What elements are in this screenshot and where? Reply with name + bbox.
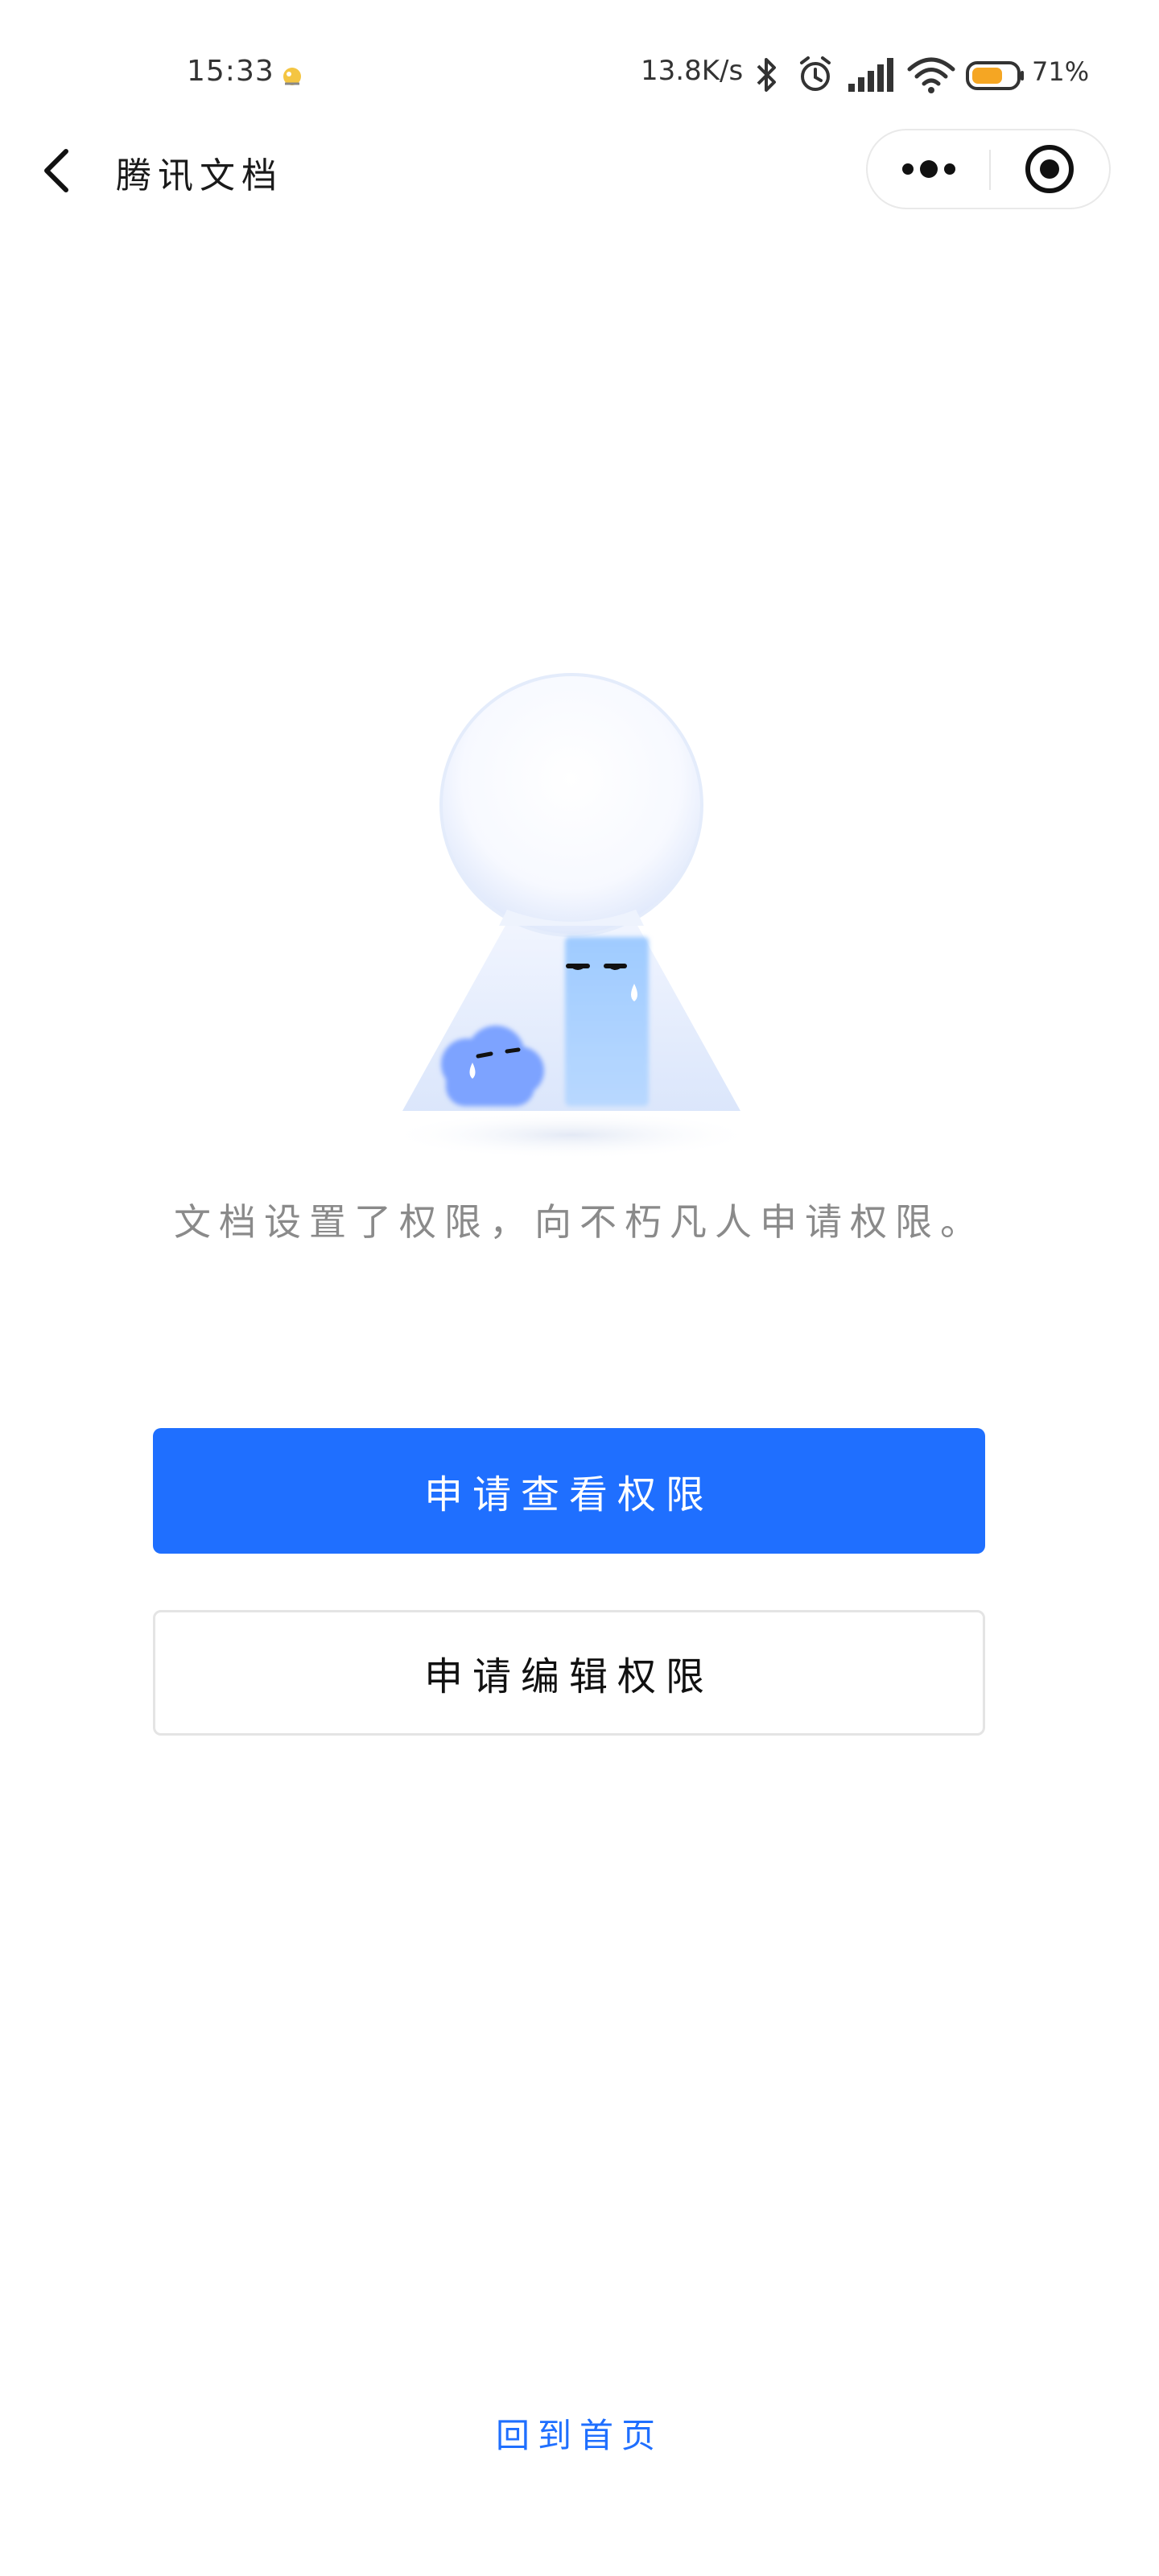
wifi-icon <box>907 57 955 93</box>
app-root: 15:33 13.8K/s 71% 腾讯文档 文档设置了权限，向不朽凡人申请权限… <box>0 0 1159 2576</box>
network-speed: 13.8K/s <box>641 55 744 87</box>
page-title: 腾讯文档 <box>116 155 283 196</box>
battery-percentage: 71% <box>1032 56 1090 87</box>
alarm-icon <box>800 56 831 91</box>
close-miniprogram-icon <box>1025 145 1074 193</box>
miniprogram-capsule <box>866 129 1111 209</box>
more-dots-icon <box>902 160 955 178</box>
bluetooth-icon <box>757 58 776 92</box>
status-time: 15:33 <box>187 55 274 88</box>
back-to-home-link[interactable]: 回到首页 <box>0 2409 1159 2458</box>
app-notification-icon <box>283 68 301 85</box>
permission-message: 文档设置了权限，向不朽凡人申请权限。 <box>174 1200 985 1244</box>
request-view-permission-button[interactable]: 申请查看权限 <box>153 1428 985 1554</box>
capsule-divider <box>989 150 991 190</box>
back-button[interactable] <box>29 138 85 203</box>
request-edit-permission-button[interactable]: 申请编辑权限 <box>153 1610 985 1736</box>
chevron-left-icon <box>44 149 68 192</box>
keyhole-illustration <box>386 673 757 1159</box>
signal-icon <box>848 58 893 92</box>
more-button[interactable] <box>868 130 988 208</box>
close-miniprogram-button[interactable] <box>992 130 1109 208</box>
battery-icon <box>966 61 1024 90</box>
